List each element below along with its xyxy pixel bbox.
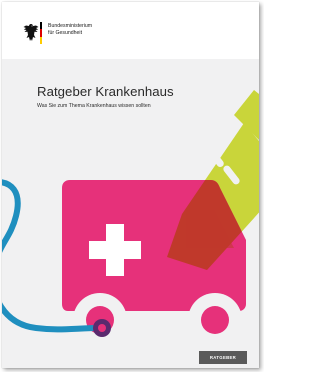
ratgeber-badge: RATGEBER [199, 351, 247, 364]
ambulance-illustration [2, 90, 259, 347]
brochure-cover: Bundesministerium für Gesundheit Ratgebe… [2, 2, 259, 368]
page: Bundesministerium für Gesundheit Ratgebe… [0, 0, 264, 372]
badge-label: RATGEBER [209, 355, 237, 360]
